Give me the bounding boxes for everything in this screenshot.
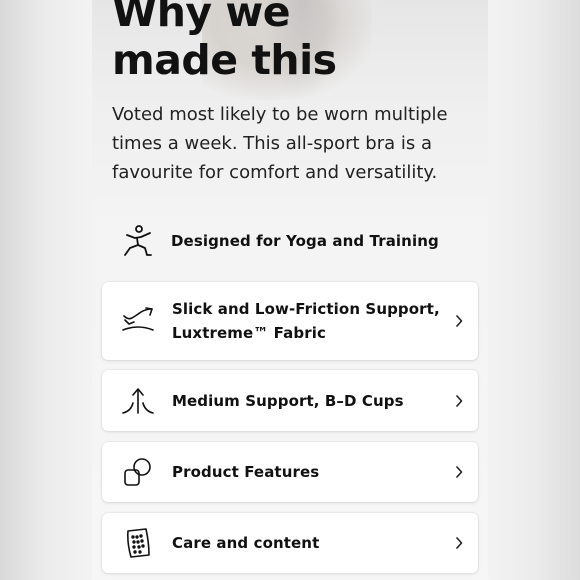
chevron-right-icon [452, 465, 466, 479]
feature-label: Medium Support, B–D Cups [172, 391, 404, 410]
section-title: Why we made this [112, 0, 337, 84]
section-description: Voted most likely to be worn multiple ti… [112, 104, 448, 183]
care-label-icon [120, 525, 156, 561]
feature-label: Care and content [172, 534, 320, 552]
feature-label: Product Features [172, 463, 320, 481]
feature-card-fabric[interactable]: Slick and Low-Friction Support, Luxtreme… [102, 282, 478, 360]
activity-row: Designed for Yoga and Training [112, 222, 472, 260]
feature-card-support[interactable]: Medium Support, B–D Cups [102, 370, 478, 431]
product-features-icon [120, 454, 156, 490]
chevron-right-icon [452, 394, 466, 408]
support-level-icon [120, 383, 156, 419]
yoga-pose-icon [120, 223, 156, 259]
fabric-stretch-icon [120, 303, 156, 339]
chevron-right-icon [452, 314, 466, 328]
activity-label: Designed for Yoga and Training [171, 232, 439, 250]
product-details-panel: Why we made this Voted most likely to be… [92, 0, 488, 580]
feature-card-care[interactable]: Care and content [102, 513, 478, 573]
chevron-right-icon [452, 536, 466, 550]
feature-label: Slick and Low-Friction Support, Luxtreme… [172, 300, 440, 342]
feature-card-product-features[interactable]: Product Features [102, 442, 478, 502]
